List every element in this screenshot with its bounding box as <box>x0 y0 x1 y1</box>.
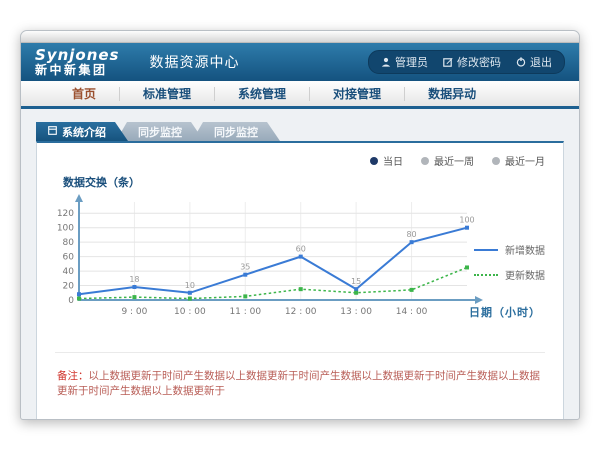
svg-text:60: 60 <box>296 245 306 254</box>
x-axis-title: 日期（小时） <box>469 304 541 320</box>
line-chart: 9 : 00 10 : 00 11 : 00 12 : 00 13 : 00 14 : 0… <box>53 192 547 344</box>
svg-text:11 : 00: 11 : 00 <box>229 307 261 317</box>
tab-bar: 系统介绍 同步监控 同步监控 <box>36 122 564 141</box>
logo-text: Synjones <box>35 48 120 64</box>
user-menu: 管理员 修改密码 退出 <box>368 50 565 74</box>
svg-text:15: 15 <box>351 277 361 286</box>
svg-text:20: 20 <box>63 282 75 292</box>
tab-sync-monitor-2[interactable]: 同步监控 <box>192 122 280 141</box>
svg-text:80: 80 <box>63 238 75 248</box>
range-option-last-week[interactable]: 最近一周 <box>421 153 474 168</box>
svg-text:14 : 00: 14 : 00 <box>396 307 428 317</box>
nav-item-system[interactable]: 系统管理 <box>215 87 310 101</box>
range-option-today[interactable]: 当日 <box>370 153 403 168</box>
svg-text:10: 10 <box>185 281 195 290</box>
svg-text:40: 40 <box>63 267 75 277</box>
svg-text:13 : 00: 13 : 00 <box>340 307 372 317</box>
nav-item-interface[interactable]: 对接管理 <box>310 87 405 101</box>
tab-sync-monitor-1[interactable]: 同步监控 <box>116 122 204 141</box>
content-area: 系统介绍 同步监控 同步监控 当日 最近一周 <box>21 109 579 420</box>
main-nav: 首页 标准管理 系统管理 对接管理 数据异动 <box>21 81 579 109</box>
solid-line-icon <box>474 249 498 251</box>
time-range-filter: 当日 最近一周 最近一月 <box>53 153 545 168</box>
logout-button[interactable]: 退出 <box>516 54 552 70</box>
dotted-line-icon <box>474 274 498 276</box>
svg-text:0: 0 <box>68 296 74 306</box>
footnote: 备注：以上数据更新于时间产生数据以上数据更新于时间产生数据以上数据更新于时间产生… <box>55 352 545 404</box>
svg-text:12 : 00: 12 : 00 <box>285 307 317 317</box>
svg-text:9 : 00: 9 : 00 <box>121 307 147 317</box>
radio-icon <box>492 157 500 165</box>
page-title: 数据资源中心 <box>136 52 240 72</box>
svg-text:100: 100 <box>459 216 474 225</box>
svg-text:10 : 00: 10 : 00 <box>174 307 206 317</box>
nav-item-data-change[interactable]: 数据异动 <box>405 87 499 101</box>
admin-user-button[interactable]: 管理员 <box>381 54 428 70</box>
nav-item-home[interactable]: 首页 <box>49 87 120 101</box>
legend-new-data: 新增数据 <box>474 242 545 257</box>
window-titlebar <box>21 31 579 43</box>
chart-panel: 当日 最近一周 最近一月 数据交换（条） 9 : 00 10 : 00 11 : 0… <box>36 141 564 420</box>
change-password-button[interactable]: 修改密码 <box>443 54 501 70</box>
svg-text:100: 100 <box>57 224 74 234</box>
nav-item-standards[interactable]: 标准管理 <box>120 87 215 101</box>
logo-subtext: 新中新集团 <box>35 64 120 77</box>
range-option-last-month[interactable]: 最近一月 <box>492 153 545 168</box>
edit-icon <box>443 57 453 67</box>
legend-updated-data: 更新数据 <box>474 267 545 282</box>
footnote-text: 以上数据更新于时间产生数据以上数据更新于时间产生数据以上数据更新于时间产生数据以… <box>57 370 540 397</box>
company-logo[interactable]: Synjones 新中新集团 <box>35 48 120 76</box>
svg-text:80: 80 <box>406 230 416 239</box>
chart-canvas: 9 : 00 10 : 00 11 : 00 12 : 00 13 : 00 14 : 0… <box>53 192 503 332</box>
radio-icon <box>370 157 378 165</box>
footnote-prefix: 备注： <box>57 370 89 382</box>
document-icon <box>48 125 57 138</box>
user-icon <box>381 57 391 67</box>
app-header: Synjones 新中新集团 数据资源中心 管理员 修改密码 退出 <box>21 43 579 81</box>
y-axis-title: 数据交换（条） <box>63 174 547 190</box>
svg-text:18: 18 <box>129 275 139 284</box>
power-icon <box>516 57 526 67</box>
svg-text:60: 60 <box>63 253 75 263</box>
app-window: Synjones 新中新集团 数据资源中心 管理员 修改密码 退出 首页 标准管… <box>20 30 580 420</box>
svg-text:35: 35 <box>240 263 250 272</box>
radio-icon <box>421 157 429 165</box>
tab-system-intro[interactable]: 系统介绍 <box>36 122 128 141</box>
svg-text:120: 120 <box>57 209 74 219</box>
chart-legend: 新增数据 更新数据 <box>474 242 545 282</box>
